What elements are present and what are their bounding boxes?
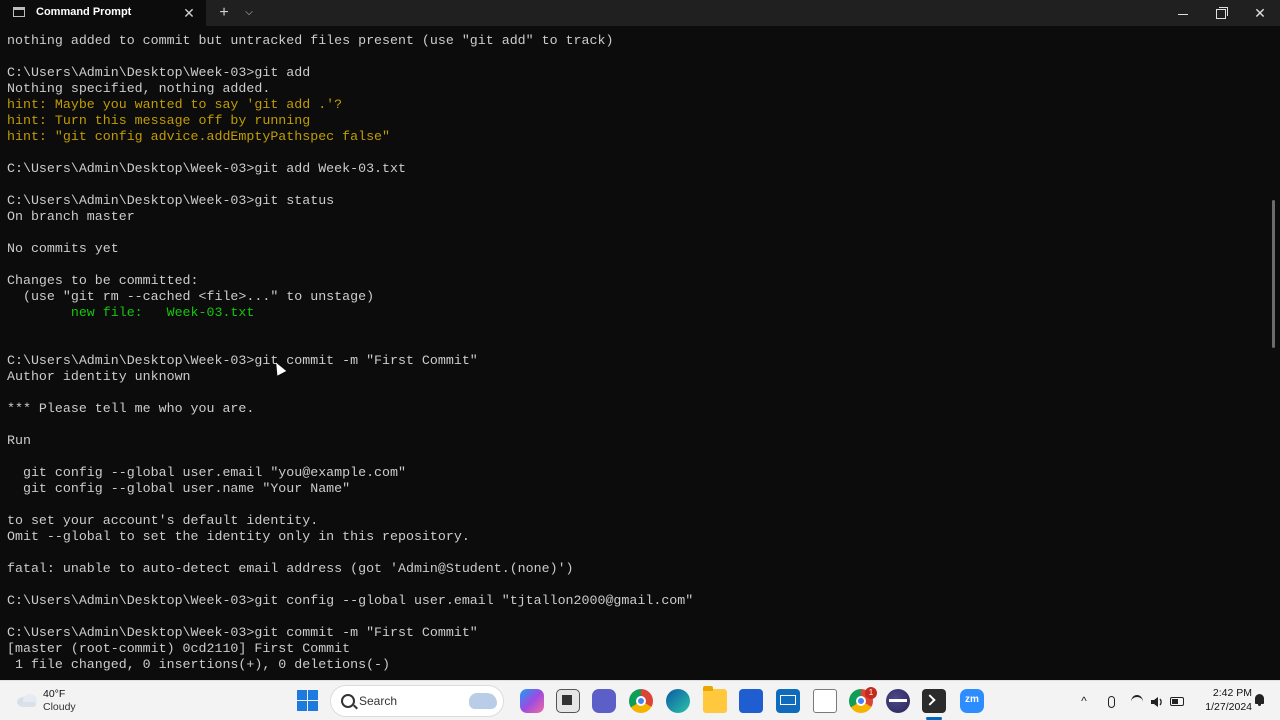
mail-icon[interactable] — [776, 689, 800, 713]
copilot-icon[interactable] — [520, 689, 544, 713]
terminal-line: *** Please tell me who you are. — [7, 401, 255, 416]
terminal-line: Nothing specified, nothing added. — [7, 81, 271, 96]
zoom-icon[interactable]: zm — [960, 689, 984, 713]
terminal-line: hint: Maybe you wanted to say 'git add .… — [7, 97, 343, 112]
terminal-line: On branch master — [7, 209, 135, 224]
volume-icon[interactable] — [1147, 689, 1167, 713]
search-icon — [341, 694, 355, 708]
file-explorer-icon[interactable] — [703, 686, 727, 713]
terminal-line: C:\Users\Admin\Desktop\Week-03>git confi… — [7, 593, 694, 608]
terminal-line: git config --global user.email "you@exam… — [7, 465, 406, 480]
edge-icon[interactable] — [666, 689, 690, 713]
terminal-line: git config --global user.name "Your Name… — [7, 481, 351, 496]
terminal-line: to set your account's default identity. — [7, 513, 319, 528]
battery-icon[interactable] — [1167, 689, 1187, 713]
terminal-line: Author identity unknown — [7, 369, 191, 384]
terminal-line: new file: Week-03.txt — [7, 305, 255, 320]
close-window-button[interactable]: ✕ — [1241, 0, 1279, 26]
minimize-icon — [1178, 13, 1188, 15]
terminal-text: nothing added to commit but untracked fi… — [7, 33, 693, 673]
minimize-button[interactable] — [1164, 0, 1202, 26]
terminal-line: C:\Users\Admin\Desktop\Week-03>git commi… — [7, 353, 478, 368]
weather-widget[interactable]: 40°F Cloudy — [12, 686, 122, 716]
start-button[interactable] — [296, 689, 320, 713]
clock-date: 1/27/2024 — [1205, 701, 1252, 713]
task-view-icon[interactable] — [556, 689, 580, 713]
microsoft-store-icon[interactable] — [739, 689, 763, 713]
taskbar-search-box[interactable]: Search — [330, 685, 504, 717]
zoom-label: zm — [965, 694, 979, 705]
title-bar: Command Prompt ✕ + ⌵ ✕ — [0, 0, 1280, 26]
weather-temperature: 40°F — [43, 688, 66, 700]
tab-title: Command Prompt — [36, 6, 132, 18]
taskbar: 40°F Cloudy Search 1 zm ^ 2:42 PM 1/27/2… — [0, 680, 1280, 720]
search-label: Search — [359, 694, 398, 708]
eclipse-icon[interactable] — [886, 689, 910, 713]
chevron-down-icon[interactable]: ⌵ — [240, 4, 258, 22]
terminal-line: No commits yet — [7, 241, 119, 256]
wifi-icon[interactable] — [1127, 689, 1147, 713]
terminal-line: C:\Users\Admin\Desktop\Week-03>git add W… — [7, 161, 406, 176]
clock-time: 2:42 PM — [1212, 687, 1252, 699]
tab-command-prompt[interactable]: Command Prompt ✕ — [0, 0, 206, 26]
terminal-line: Run — [7, 433, 31, 448]
close-tab-icon[interactable]: ✕ — [180, 4, 198, 22]
terminal-output[interactable]: nothing added to commit but untracked fi… — [0, 26, 1270, 680]
search-highlight-icon — [469, 693, 497, 709]
microphone-icon[interactable] — [1101, 689, 1121, 713]
terminal-icon[interactable] — [922, 689, 946, 713]
scrollbar-thumb[interactable] — [1272, 200, 1275, 348]
terminal-line: 1 file changed, 0 insertions(+), 0 delet… — [7, 657, 391, 672]
terminal-line: fatal: unable to auto-detect email addre… — [7, 561, 574, 576]
terminal-line: hint: "git config advice.addEmptyPathspe… — [7, 129, 391, 144]
show-hidden-icons-button[interactable]: ^ — [1074, 689, 1094, 713]
weather-description: Cloudy — [43, 701, 76, 713]
notification-badge: 1 — [865, 687, 877, 699]
system-clock[interactable]: 2:42 PM 1/27/2024 — [1196, 686, 1252, 714]
cloud-icon — [17, 694, 37, 707]
terminal-line: C:\Users\Admin\Desktop\Week-03>git commi… — [7, 625, 478, 640]
terminal-line: Changes to be committed: — [7, 273, 199, 288]
chrome-icon[interactable] — [629, 689, 653, 713]
new-tab-button[interactable]: + — [214, 3, 234, 23]
restore-button[interactable] — [1202, 0, 1240, 26]
restore-icon — [1216, 7, 1228, 20]
terminal-line: [master (root-commit) 0cd2110] First Com… — [7, 641, 351, 656]
notepad-icon[interactable] — [813, 689, 837, 713]
terminal-line: Omit --global to set the identity only i… — [7, 529, 470, 544]
terminal-line: hint: Turn this message off by running — [7, 113, 311, 128]
terminal-line: C:\Users\Admin\Desktop\Week-03>git statu… — [7, 193, 335, 208]
command-prompt-icon — [13, 7, 25, 17]
terminal-line: (use "git rm --cached <file>..." to unst… — [7, 289, 375, 304]
terminal-line: C:\Users\Admin\Desktop\Week-03>git add — [7, 65, 311, 80]
teams-chat-icon[interactable] — [592, 689, 616, 713]
notification-bell-icon[interactable] — [1255, 694, 1264, 706]
terminal-line: nothing added to commit but untracked fi… — [7, 33, 614, 48]
